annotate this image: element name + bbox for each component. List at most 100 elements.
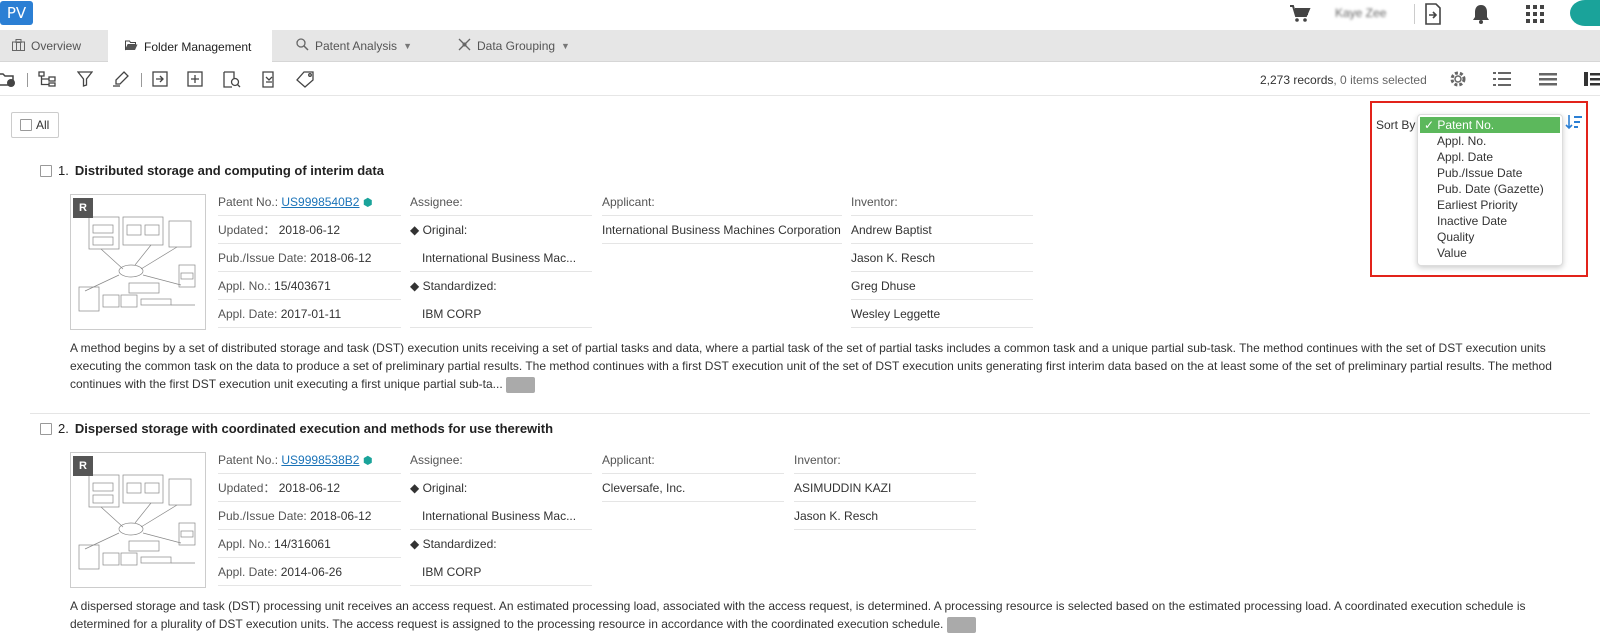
export-document-icon[interactable] [1420, 2, 1446, 26]
app-logo[interactable]: PV [0, 1, 33, 25]
assignee-standardized-value[interactable]: IBM CORP [410, 300, 592, 328]
filter-icon[interactable] [74, 69, 96, 89]
expand-abstract-button[interactable] [946, 616, 976, 633]
expand-abstract-button[interactable] [506, 376, 536, 393]
chart-search-icon [296, 38, 309, 54]
pub-date-row: Pub./Issue Date: 2018-06-12 [218, 502, 401, 530]
tab-overview-label: Overview [31, 39, 82, 53]
tag-icon[interactable] [295, 69, 317, 89]
inventor-value[interactable]: Jason K. Resch [851, 244, 1033, 272]
patent-no-label: Patent No.: [218, 453, 279, 467]
select-all[interactable]: All [11, 112, 59, 138]
inventor-value[interactable]: Andrew Baptist [851, 216, 1033, 244]
record-abstract: A method begins by a set of distributed … [70, 339, 1560, 393]
pub-date-row: Pub./Issue Date: 2018-06-12 [218, 244, 401, 272]
tab-patent-analysis-label: Patent Analysis [315, 39, 398, 53]
toolbar: 2,273 records, 0 items selected [0, 63, 1600, 96]
updated-label: Updated： [218, 223, 276, 237]
appl-no-row: Appl. No.: 14/316061 [218, 530, 401, 558]
rating-badge: R [73, 198, 93, 218]
pub-date-label: Pub./Issue Date: [218, 251, 307, 265]
record-count: 2,273 records, 0 items selected [1260, 73, 1427, 87]
applicant-value[interactable]: Cleversafe, Inc. [602, 474, 784, 502]
pub-date-label: Pub./Issue Date: [218, 509, 307, 523]
assignee-standardized-row: ◆ Standardized: [410, 537, 497, 551]
top-divider [1414, 4, 1415, 24]
compact-view-icon[interactable] [1537, 69, 1559, 89]
toolbar-divider [141, 73, 142, 87]
patent-no-link[interactable]: US9998540B2 [281, 195, 359, 209]
folder-open-icon [125, 40, 138, 54]
gear-icon[interactable] [1447, 69, 1469, 89]
detail-view-icon[interactable] [1582, 69, 1600, 89]
highlight-box [1370, 101, 1588, 277]
assignee-original-value[interactable]: International Business Mac... [410, 502, 592, 530]
bell-icon[interactable] [1468, 2, 1494, 26]
patent-drawing-thumbnail[interactable]: R [70, 194, 206, 330]
list-view-icon[interactable] [1491, 69, 1513, 89]
highlighter-icon[interactable] [110, 69, 132, 89]
search-document-icon[interactable] [221, 69, 243, 89]
record-index: 2. [58, 421, 69, 436]
inventor-label: Inventor: [794, 446, 976, 474]
record-abstract: A dispersed storage and task (DST) proce… [70, 597, 1560, 633]
record-title-text[interactable]: Dispersed storage with coordinated execu… [75, 421, 553, 436]
compare-icon[interactable] [258, 69, 280, 89]
building-icon [12, 38, 25, 54]
top-bar: PV Kaye Zee [0, 0, 1600, 30]
appl-date-label: Appl. Date: [218, 565, 278, 579]
map-pin-icon[interactable]: ⬢ [363, 197, 373, 209]
updated-row: Updated： 2018-06-12 [218, 216, 401, 244]
record-checkbox[interactable] [40, 164, 52, 177]
appl-no-label: Appl. No.: [218, 537, 271, 551]
updated-value: 2018-06-12 [278, 481, 341, 495]
record-checkbox[interactable] [40, 422, 52, 435]
tab-bar: Overview Folder Management Patent Analys… [0, 30, 1600, 63]
original-label: Original: [422, 481, 468, 495]
chevron-down-icon: ▼ [403, 41, 412, 51]
map-pin-icon[interactable]: ⬢ [363, 455, 373, 467]
appl-date-value: 2014-06-26 [280, 565, 343, 579]
appl-date-row: Appl. Date: 2014-06-26 [218, 558, 401, 586]
record-divider [30, 413, 1590, 414]
tab-data-grouping[interactable]: Data Grouping ▼ [440, 30, 590, 62]
apps-grid-icon[interactable] [1522, 2, 1548, 26]
record-title: 2. Dispersed storage with coordinated ex… [40, 421, 553, 436]
inventor-value[interactable]: ASIMUDDIN KAZI [794, 474, 976, 502]
applicant-value[interactable]: International Business Machines Corporat… [602, 216, 842, 244]
folder-info-icon[interactable] [0, 69, 18, 89]
applicant-column: Applicant: International Business Machin… [602, 188, 842, 244]
tab-overview[interactable]: Overview [0, 30, 108, 62]
assignee-label: Assignee: [410, 446, 592, 474]
assignee-standardized-value[interactable]: IBM CORP [410, 558, 592, 586]
patent-drawing-thumbnail[interactable]: R [70, 452, 206, 588]
inventor-value[interactable]: Greg Dhuse [851, 272, 1033, 300]
patent-details-column: Patent No.: US9998538B2 ⬢ Updated： 2018-… [218, 446, 401, 586]
user-avatar[interactable] [1570, 0, 1600, 26]
patent-no-link[interactable]: US9998538B2 [281, 453, 359, 467]
updated-value: 2018-06-12 [278, 223, 341, 237]
tab-patent-analysis[interactable]: Patent Analysis ▼ [272, 30, 422, 62]
original-label: Original: [422, 223, 468, 237]
assignee-original-value[interactable]: International Business Mac... [410, 244, 592, 272]
appl-no-row: Appl. No.: 15/403671 [218, 272, 401, 300]
assignee-original-row: ◆ Original: [410, 223, 468, 237]
record-title-text[interactable]: Distributed storage and computing of int… [75, 163, 384, 178]
select-all-checkbox[interactable] [20, 119, 32, 131]
assignee-original-row: ◆ Original: [410, 481, 468, 495]
inventor-value[interactable]: Jason K. Resch [794, 502, 976, 530]
rating-badge: R [73, 456, 93, 476]
username[interactable]: Kaye Zee [1335, 6, 1386, 20]
inventor-label: Inventor: [851, 188, 1033, 216]
tab-folder-management[interactable]: Folder Management [108, 30, 272, 63]
assignee-column: Assignee: ◆ Original: International Busi… [410, 446, 592, 586]
appl-no-value: 15/403671 [274, 279, 331, 293]
add-box-icon[interactable] [184, 69, 206, 89]
hierarchy-icon[interactable] [36, 69, 58, 89]
appl-date-value: 2017-01-11 [280, 307, 342, 321]
move-to-icon[interactable] [149, 69, 171, 89]
patent-no-row: Patent No.: US9998540B2 ⬢ [218, 188, 401, 216]
cart-icon[interactable] [1287, 2, 1313, 26]
updated-row: Updated： 2018-06-12 [218, 474, 401, 502]
inventor-value[interactable]: Wesley Leggette [851, 300, 1033, 328]
